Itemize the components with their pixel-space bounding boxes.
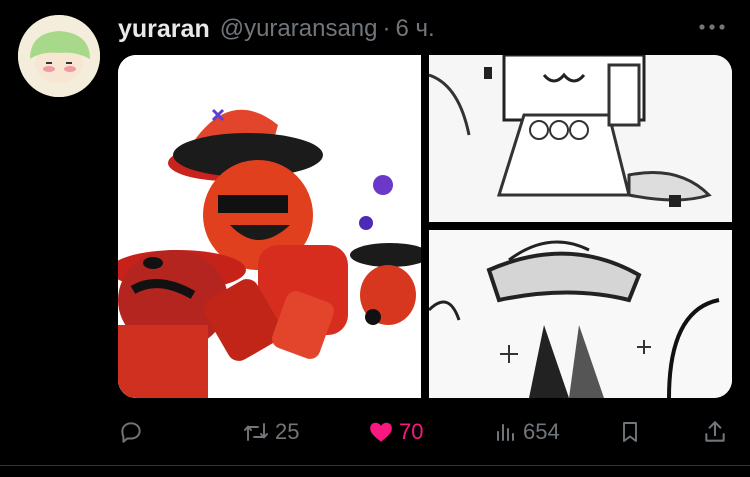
media-grid	[118, 55, 732, 398]
views-button[interactable]: 654	[494, 412, 560, 452]
media-image-1[interactable]	[118, 55, 421, 398]
retweet-icon	[244, 423, 268, 441]
more-options-button[interactable]	[696, 17, 728, 37]
like-count: 70	[399, 419, 424, 444]
tweet-time[interactable]: 6 ч.	[396, 15, 435, 43]
media-image-3[interactable]	[429, 230, 732, 398]
author-handle[interactable]: @yuraransang	[220, 15, 378, 43]
share-button[interactable]	[702, 412, 728, 452]
bookmark-button[interactable]	[618, 412, 642, 452]
like-button[interactable]: 70	[368, 412, 423, 452]
media-image-2[interactable]	[429, 55, 732, 222]
tweet-divider	[0, 465, 750, 466]
author-name[interactable]: yuraran	[118, 15, 210, 44]
retweet-count: 25	[275, 419, 300, 444]
separator-dot: ·	[382, 15, 391, 42]
retweet-button[interactable]: 25	[242, 412, 299, 452]
bookmark-icon	[623, 422, 637, 442]
tweet-actions: 25 70 654	[118, 412, 732, 452]
artwork-sketch-1	[429, 55, 732, 222]
reply-icon	[121, 422, 141, 443]
artwork-sketch-2	[429, 230, 732, 398]
artwork-red-characters	[118, 55, 421, 398]
tweet-header: yuraran @yuraransang · 6 ч.	[118, 12, 435, 46]
more-icon	[699, 24, 725, 30]
heart-icon	[370, 422, 392, 442]
views-count: 654	[523, 419, 560, 444]
avatar[interactable]	[18, 15, 100, 97]
views-icon	[497, 424, 514, 441]
share-icon	[705, 421, 725, 442]
avatar-image	[18, 15, 100, 97]
reply-button[interactable]	[118, 412, 149, 452]
